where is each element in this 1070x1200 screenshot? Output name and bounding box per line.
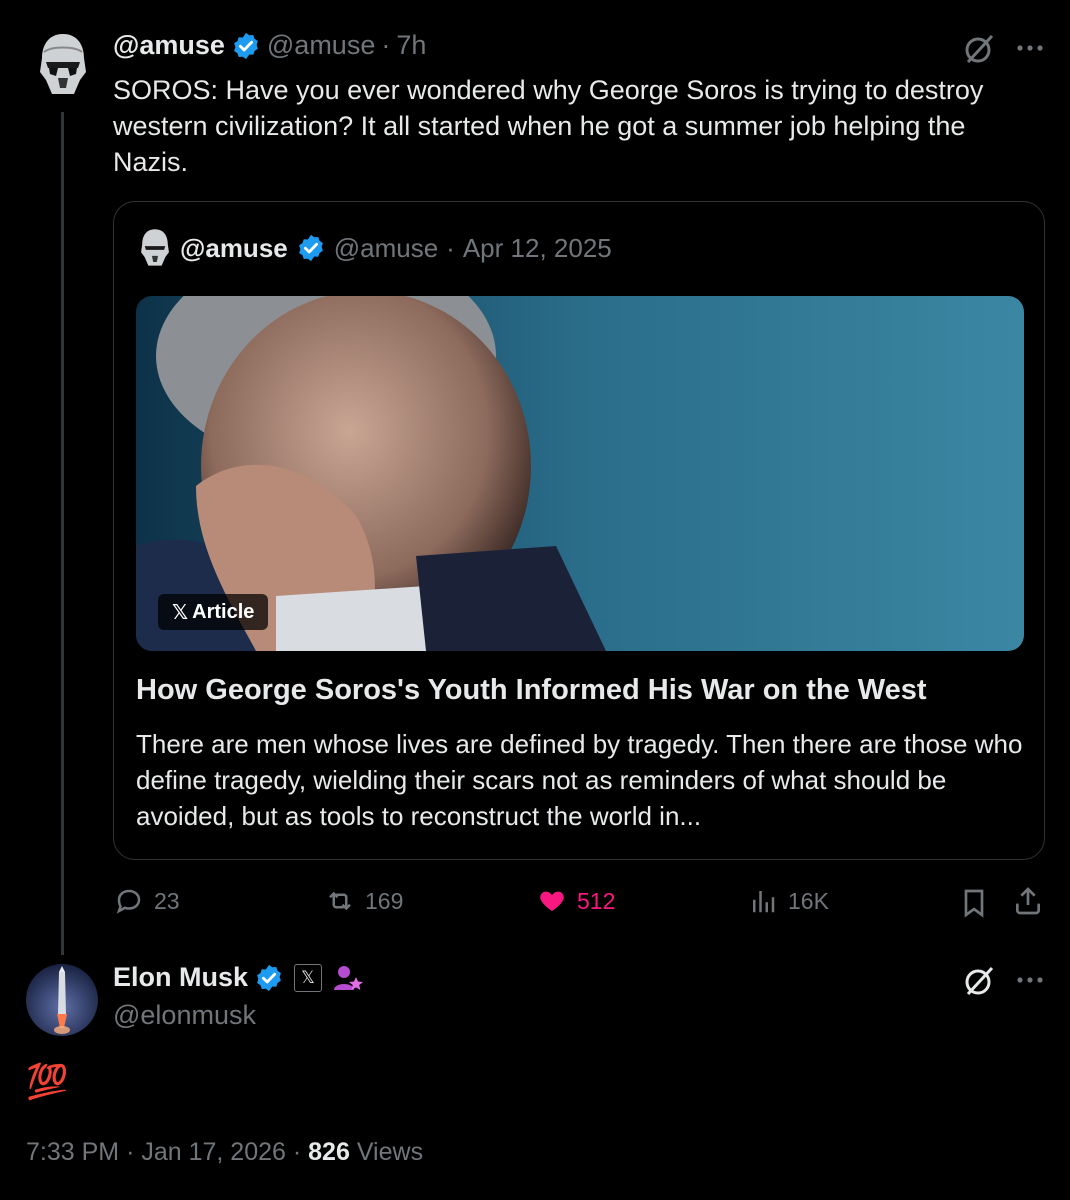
like-button[interactable]: 512 <box>537 886 615 916</box>
repost-icon <box>329 891 351 911</box>
repost-count: 169 <box>365 887 404 914</box>
quote-date: Apr 12, 2025 <box>462 232 612 263</box>
article-photo <box>136 296 1024 651</box>
verified-badge-icon <box>234 32 258 59</box>
reply-header: Elon Musk 𝕏 <box>113 962 364 993</box>
reply-timestamp: 7:33 PM · Jan 17, 2026 · 826 Views <box>26 1138 424 1166</box>
reply-author-name[interactable]: Elon Musk <box>113 962 248 993</box>
quote-author-handle: @amuse <box>333 232 439 263</box>
article-cover-image[interactable]: 𝕏 Article <box>136 296 1024 651</box>
x-logo-icon: 𝕏 <box>172 601 189 624</box>
heart-filled-icon <box>540 891 564 911</box>
article-description: There are men whose lives are defined by… <box>136 729 1023 831</box>
views-chart-icon <box>753 891 775 913</box>
reply-button[interactable]: 23 <box>114 886 180 916</box>
verified-badge-icon <box>298 234 323 262</box>
person-star-icon <box>334 965 364 990</box>
reply-count: 23 <box>154 887 180 914</box>
reply-date[interactable]: Jan 17, 2026 <box>141 1138 286 1166</box>
share-button[interactable] <box>1012 885 1044 922</box>
reply-text-emoji: 💯 <box>26 1063 69 1101</box>
grok-icon[interactable] <box>962 32 996 71</box>
share-icon <box>1016 887 1040 915</box>
views-count: 16K <box>788 887 829 914</box>
grok-icon[interactable] <box>962 964 996 1003</box>
author-name[interactable]: @amuse <box>113 30 225 61</box>
article-title[interactable]: How George Soros's Youth Informed His Wa… <box>136 674 1026 707</box>
tweet-header: @amuse @amuse · 7h <box>113 30 427 61</box>
avatar-elon-musk[interactable] <box>26 964 98 1036</box>
reply-time[interactable]: 7:33 PM <box>26 1138 119 1166</box>
stormtrooper-avatar-icon <box>40 34 86 94</box>
views-button[interactable]: 16K <box>748 886 829 916</box>
more-options-icon[interactable] <box>1014 36 1048 65</box>
quote-author-name: @amuse <box>180 232 288 263</box>
bookmark-icon <box>964 889 984 918</box>
x-affiliate-badge-icon: 𝕏 <box>294 963 323 992</box>
tweet-time[interactable]: 7h <box>396 30 426 61</box>
verified-badge-icon <box>257 964 281 991</box>
reply-views-count: 826 <box>308 1138 350 1166</box>
repost-button[interactable]: 169 <box>325 886 403 916</box>
like-count: 512 <box>577 887 616 914</box>
bookmark-button[interactable] <box>958 887 990 924</box>
tweet-text: SOROS: Have you ever wondered why George… <box>113 75 984 177</box>
quote-header: @amuse @amuse · Apr 12, 2025 <box>138 228 612 268</box>
reply-icon <box>116 889 141 914</box>
article-badge: 𝕏 Article <box>158 594 269 630</box>
reply-views-label: Views <box>356 1138 424 1166</box>
reply-author-handle[interactable]: @elonmusk <box>113 1000 256 1031</box>
thread-line <box>61 112 64 955</box>
avatar-amuse[interactable] <box>36 32 90 98</box>
more-options-icon[interactable] <box>1014 968 1048 997</box>
quoted-article-card[interactable]: @amuse @amuse · Apr 12, 2025 𝕏 Article H… <box>113 201 1045 860</box>
author-handle[interactable]: @amuse <box>267 30 375 61</box>
rocket-avatar-icon <box>26 964 98 1036</box>
stormtrooper-avatar-icon <box>141 229 169 266</box>
